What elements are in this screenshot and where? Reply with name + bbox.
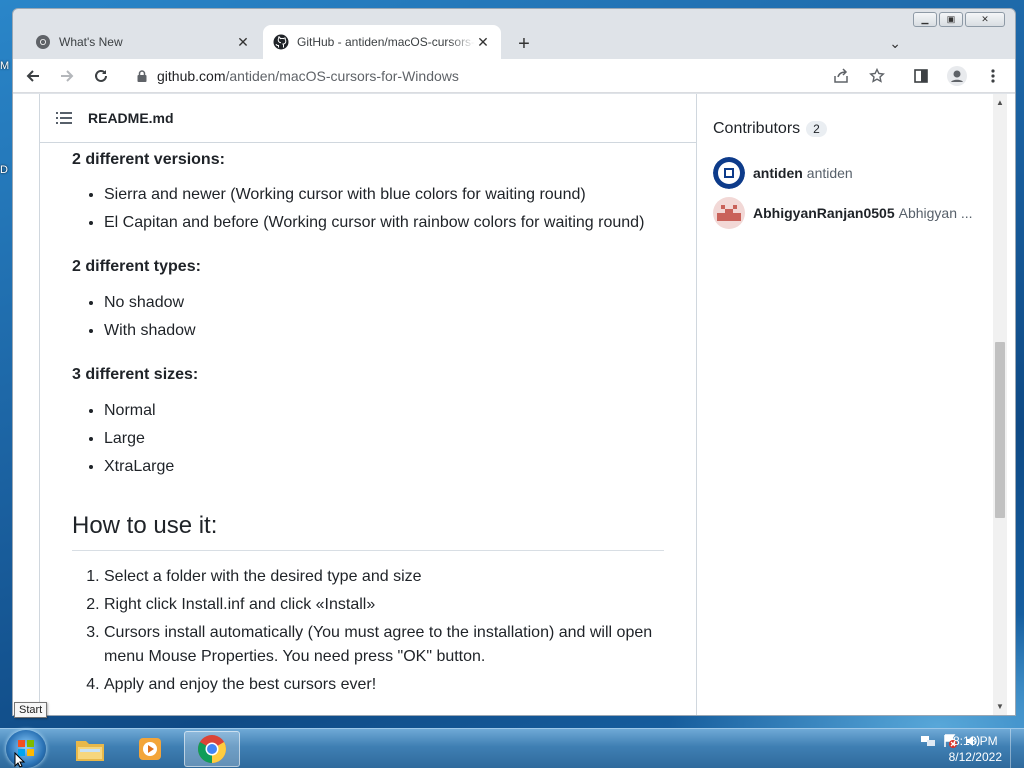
arrow-right-icon [61, 69, 74, 82]
back-button[interactable] [19, 62, 47, 90]
list-item: Select a folder with the desired type an… [104, 565, 684, 589]
bookmark-button[interactable] [863, 62, 891, 90]
list-item: El Capitan and before (Working cursor wi… [104, 209, 684, 237]
versions-list: Sierra and newer (Working cursor with bl… [104, 181, 684, 237]
windows-logo-icon [18, 740, 34, 756]
readme-filename[interactable]: README.md [88, 110, 174, 126]
contributor-name: antiden [806, 165, 853, 181]
list-item: No shadow [104, 289, 684, 317]
github-icon [273, 34, 289, 50]
avatar-icon [947, 66, 967, 86]
tab-whats-new[interactable]: What's New ✕ [25, 25, 261, 59]
menu-button[interactable] [979, 62, 1007, 90]
types-heading: 2 different types: [72, 258, 201, 275]
taskbar: 8:13 PM 8/12/2022 [0, 728, 1024, 768]
scroll-up-icon[interactable]: ▲ [993, 98, 1007, 107]
readme-panel: README.md 2 different versions: Sierra a… [39, 94, 697, 715]
types-list: No shadow With shadow [104, 289, 684, 345]
sizes-heading: 3 different sizes: [72, 366, 199, 383]
list-item: Normal [104, 397, 684, 425]
contributors-title: Contributors [713, 120, 801, 137]
kebab-menu-icon [991, 69, 995, 83]
list-item: XtraLarge [104, 453, 684, 481]
list-item: Right click Install.inf and click «Insta… [104, 593, 684, 617]
list-outline-icon[interactable] [56, 112, 72, 124]
share-button[interactable] [827, 62, 855, 90]
contributor-item[interactable]: AbhigyanRanjan0505 Abhigyan ... [713, 197, 973, 229]
reload-button[interactable] [87, 62, 115, 90]
scrollbar-thumb[interactable] [995, 342, 1005, 518]
readme-header: README.md [40, 94, 696, 143]
network-icon[interactable] [920, 733, 936, 749]
reload-icon [95, 69, 107, 82]
chrome-icon [36, 35, 50, 49]
close-tab-icon[interactable]: ✕ [475, 34, 491, 51]
side-panel-button[interactable] [907, 62, 935, 90]
list-item: Cursors install automatically (You must … [104, 621, 684, 669]
tab-title: GitHub - antiden/macOS-cursors-for-Windo… [297, 35, 475, 49]
steps-list: Select a folder with the desired type an… [104, 565, 684, 701]
page-scrollbar[interactable]: ▲ ▼ [993, 94, 1007, 715]
media-player-icon [139, 738, 161, 760]
taskbar-clock[interactable]: 8:13 PM 8/12/2022 [949, 733, 1002, 765]
arrow-left-icon [26, 69, 39, 82]
show-desktop-button[interactable] [1010, 729, 1024, 768]
start-button[interactable] [6, 730, 46, 768]
browser-window: ▁ ▣ ✕ What's New ✕ GitHub - antiden/macO… [12, 8, 1016, 716]
howto-heading: How to use it: [72, 512, 664, 551]
list-item: Apply and enjoy the best cursors ever! [104, 673, 684, 697]
clock-date: 8/12/2022 [948, 750, 1002, 764]
contributor-item[interactable]: antiden antiden [713, 157, 853, 189]
scroll-down-icon[interactable]: ▼ [993, 702, 1007, 711]
close-tab-icon[interactable]: ✕ [235, 34, 251, 51]
contributors-heading[interactable]: Contributors 2 [713, 120, 827, 138]
mouse-cursor-icon [14, 752, 26, 768]
media-player-taskbar-button[interactable] [122, 731, 178, 767]
star-icon [869, 68, 885, 83]
list-item: With shadow [104, 317, 684, 345]
tab-strip: What's New ✕ GitHub - antiden/macOS-curs… [13, 23, 1015, 59]
contributor-name: Abhigyan ... [898, 205, 973, 221]
forward-button[interactable] [53, 62, 81, 90]
new-tab-button[interactable]: + [513, 33, 535, 56]
desktop-icon-label[interactable]: D [0, 164, 8, 176]
desktop-icon-label[interactable]: M [0, 60, 9, 72]
contributors-count-badge: 2 [806, 121, 827, 137]
toolbar-actions [827, 62, 1007, 90]
side-panel-icon [914, 69, 928, 83]
tab-search-chevron-down-icon[interactable]: ⌄ [889, 35, 901, 52]
chrome-icon [198, 735, 226, 763]
url-host: github.com [157, 68, 226, 84]
versions-heading: 2 different versions: [72, 151, 225, 168]
contributor-login[interactable]: antiden [753, 165, 803, 181]
page-content: README.md 2 different versions: Sierra a… [13, 94, 1015, 715]
chrome-taskbar-button[interactable] [184, 731, 240, 767]
url-path: /antiden/macOS-cursors-for-Windows [225, 68, 459, 84]
start-tooltip: Start [14, 702, 48, 718]
profile-button[interactable] [943, 62, 971, 90]
browser-toolbar: github.com/antiden/macOS-cursors-for-Win… [13, 59, 1015, 93]
avatar[interactable] [713, 197, 745, 229]
list-item: Sierra and newer (Working cursor with bl… [104, 181, 684, 209]
tab-github[interactable]: GitHub - antiden/macOS-cursors-for-Windo… [263, 25, 501, 59]
list-item: Large [104, 425, 684, 453]
explorer-taskbar-button[interactable] [62, 731, 118, 767]
lock-icon[interactable] [135, 69, 149, 83]
tab-title: What's New [59, 35, 123, 49]
share-icon [834, 68, 848, 83]
address-bar[interactable]: github.com/antiden/macOS-cursors-for-Win… [123, 62, 847, 90]
avatar[interactable] [713, 157, 745, 189]
clock-time: 8:13 PM [952, 734, 998, 748]
folder-icon [76, 741, 104, 761]
contributor-login[interactable]: AbhigyanRanjan0505 [753, 205, 895, 221]
sizes-list: Normal Large XtraLarge [104, 397, 684, 481]
